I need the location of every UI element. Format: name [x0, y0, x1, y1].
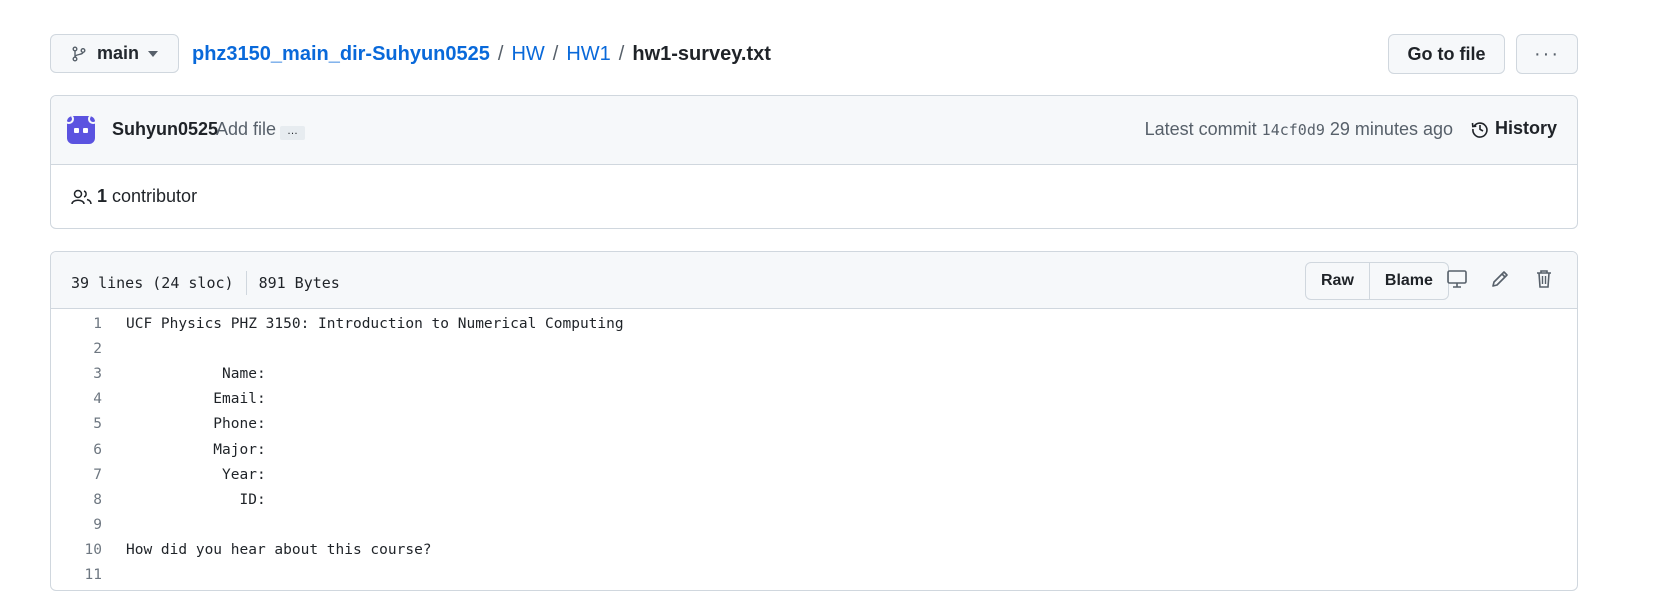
contributors-label: contributor [112, 186, 198, 206]
desktop-icon[interactable] [1446, 268, 1468, 290]
code-line: 4 Email: [51, 387, 1577, 412]
line-content: Phone: [126, 416, 266, 433]
file-header: 39 lines (24 sloc) 891 Bytes Raw Blame [51, 252, 1577, 309]
pencil-icon[interactable] [1489, 268, 1511, 290]
commit-info-box: Suhyun0525 Add file … Latest commit 14cf… [50, 95, 1578, 229]
commit-expand-button[interactable]: … [280, 126, 305, 140]
caret-down-icon [148, 50, 159, 57]
blame-button[interactable]: Blame [1368, 263, 1448, 299]
code-line: 7 Year: [51, 462, 1577, 487]
file-viewer: 39 lines (24 sloc) 891 Bytes Raw Blame 1… [50, 251, 1578, 591]
breadcrumb-separator: / [497, 42, 504, 65]
breadcrumb-repo-link[interactable]: phz3150_main_dir-Suhyun0525 [192, 43, 490, 66]
latest-commit-header: Suhyun0525 Add file … Latest commit 14cf… [51, 96, 1577, 165]
line-number[interactable]: 7 [51, 467, 102, 483]
line-number[interactable]: 9 [51, 517, 102, 533]
line-number[interactable]: 1 [51, 316, 102, 332]
code-view: 1 UCF Physics PHZ 3150: Introduction to N… [51, 309, 1577, 588]
code-line: 1 UCF Physics PHZ 3150: Introduction to N… [51, 311, 1577, 336]
line-number[interactable]: 11 [51, 567, 102, 583]
line-content: Email: [126, 391, 266, 408]
history-link[interactable]: History [1471, 118, 1557, 139]
file-info: 39 lines (24 sloc) 891 Bytes [71, 271, 340, 295]
code-line: 6 Major: [51, 437, 1577, 462]
people-icon [71, 189, 92, 204]
file-nav-bar: main phz3150_main_dir-Suhyun0525 / HW / … [50, 34, 1578, 75]
code-line: 9 [51, 513, 1577, 538]
latest-commit-label: Latest commit [1144, 119, 1257, 139]
breadcrumb-hw-link[interactable]: HW [511, 43, 544, 66]
branch-name: main [97, 43, 140, 63]
line-number[interactable]: 4 [51, 391, 102, 407]
breadcrumb-separator: / [618, 42, 625, 65]
line-number[interactable]: 10 [51, 542, 102, 558]
code-line: 3 Name: [51, 361, 1577, 386]
line-content: Major: [126, 441, 266, 458]
code-line: 8 ID: [51, 487, 1577, 512]
breadcrumb-hw1-link[interactable]: HW1 [566, 43, 610, 66]
line-number[interactable]: 2 [51, 341, 102, 357]
contributors-row[interactable]: 1 contributor [71, 186, 197, 207]
file-size: 891 Bytes [258, 274, 340, 292]
latest-commit-meta: Latest commit 14cf0d9 29 minutes ago [1145, 119, 1453, 140]
branch-select-button[interactable]: main [50, 34, 179, 73]
raw-blame-group: Raw Blame [1305, 262, 1449, 300]
code-line: 2 [51, 336, 1577, 361]
line-content: Year: [126, 466, 266, 483]
file-lines-info: 39 lines (24 sloc) [71, 274, 234, 292]
line-number[interactable]: 3 [51, 366, 102, 382]
trash-icon[interactable] [1533, 268, 1555, 290]
line-content: UCF Physics PHZ 3150: Introduction to Nu… [126, 315, 624, 332]
line-content: ID: [126, 491, 266, 508]
divider [245, 271, 247, 295]
breadcrumb-separator: / [552, 42, 559, 65]
line-number[interactable]: 8 [51, 492, 102, 508]
line-content: How did you hear about this course? [126, 542, 432, 559]
code-line: 5 Phone: [51, 412, 1577, 437]
raw-button[interactable]: Raw [1306, 263, 1369, 299]
git-branch-icon [72, 46, 86, 61]
breadcrumb-filename: hw1-survey.txt [632, 42, 771, 65]
contributors-count: 1 [97, 186, 108, 206]
commit-message-link[interactable]: Add file [216, 119, 276, 140]
commit-time: 29 minutes ago [1329, 119, 1453, 139]
go-to-file-button[interactable]: Go to file [1388, 34, 1505, 74]
line-number[interactable]: 5 [51, 416, 102, 432]
line-number[interactable]: 6 [51, 442, 102, 458]
line-content: Name: [126, 365, 266, 382]
commit-author-link[interactable]: Suhyun0525 [112, 119, 218, 140]
avatar[interactable] [67, 116, 95, 144]
code-line: 10 How did you hear about this course? [51, 538, 1577, 563]
history-label: History [1494, 118, 1557, 138]
history-icon [1471, 121, 1488, 138]
breadcrumb: phz3150_main_dir-Suhyun0525 / HW / HW1 /… [192, 34, 771, 74]
more-options-button[interactable]: ··· [1516, 34, 1578, 74]
commit-sha-link[interactable]: 14cf0d9 [1262, 121, 1325, 139]
